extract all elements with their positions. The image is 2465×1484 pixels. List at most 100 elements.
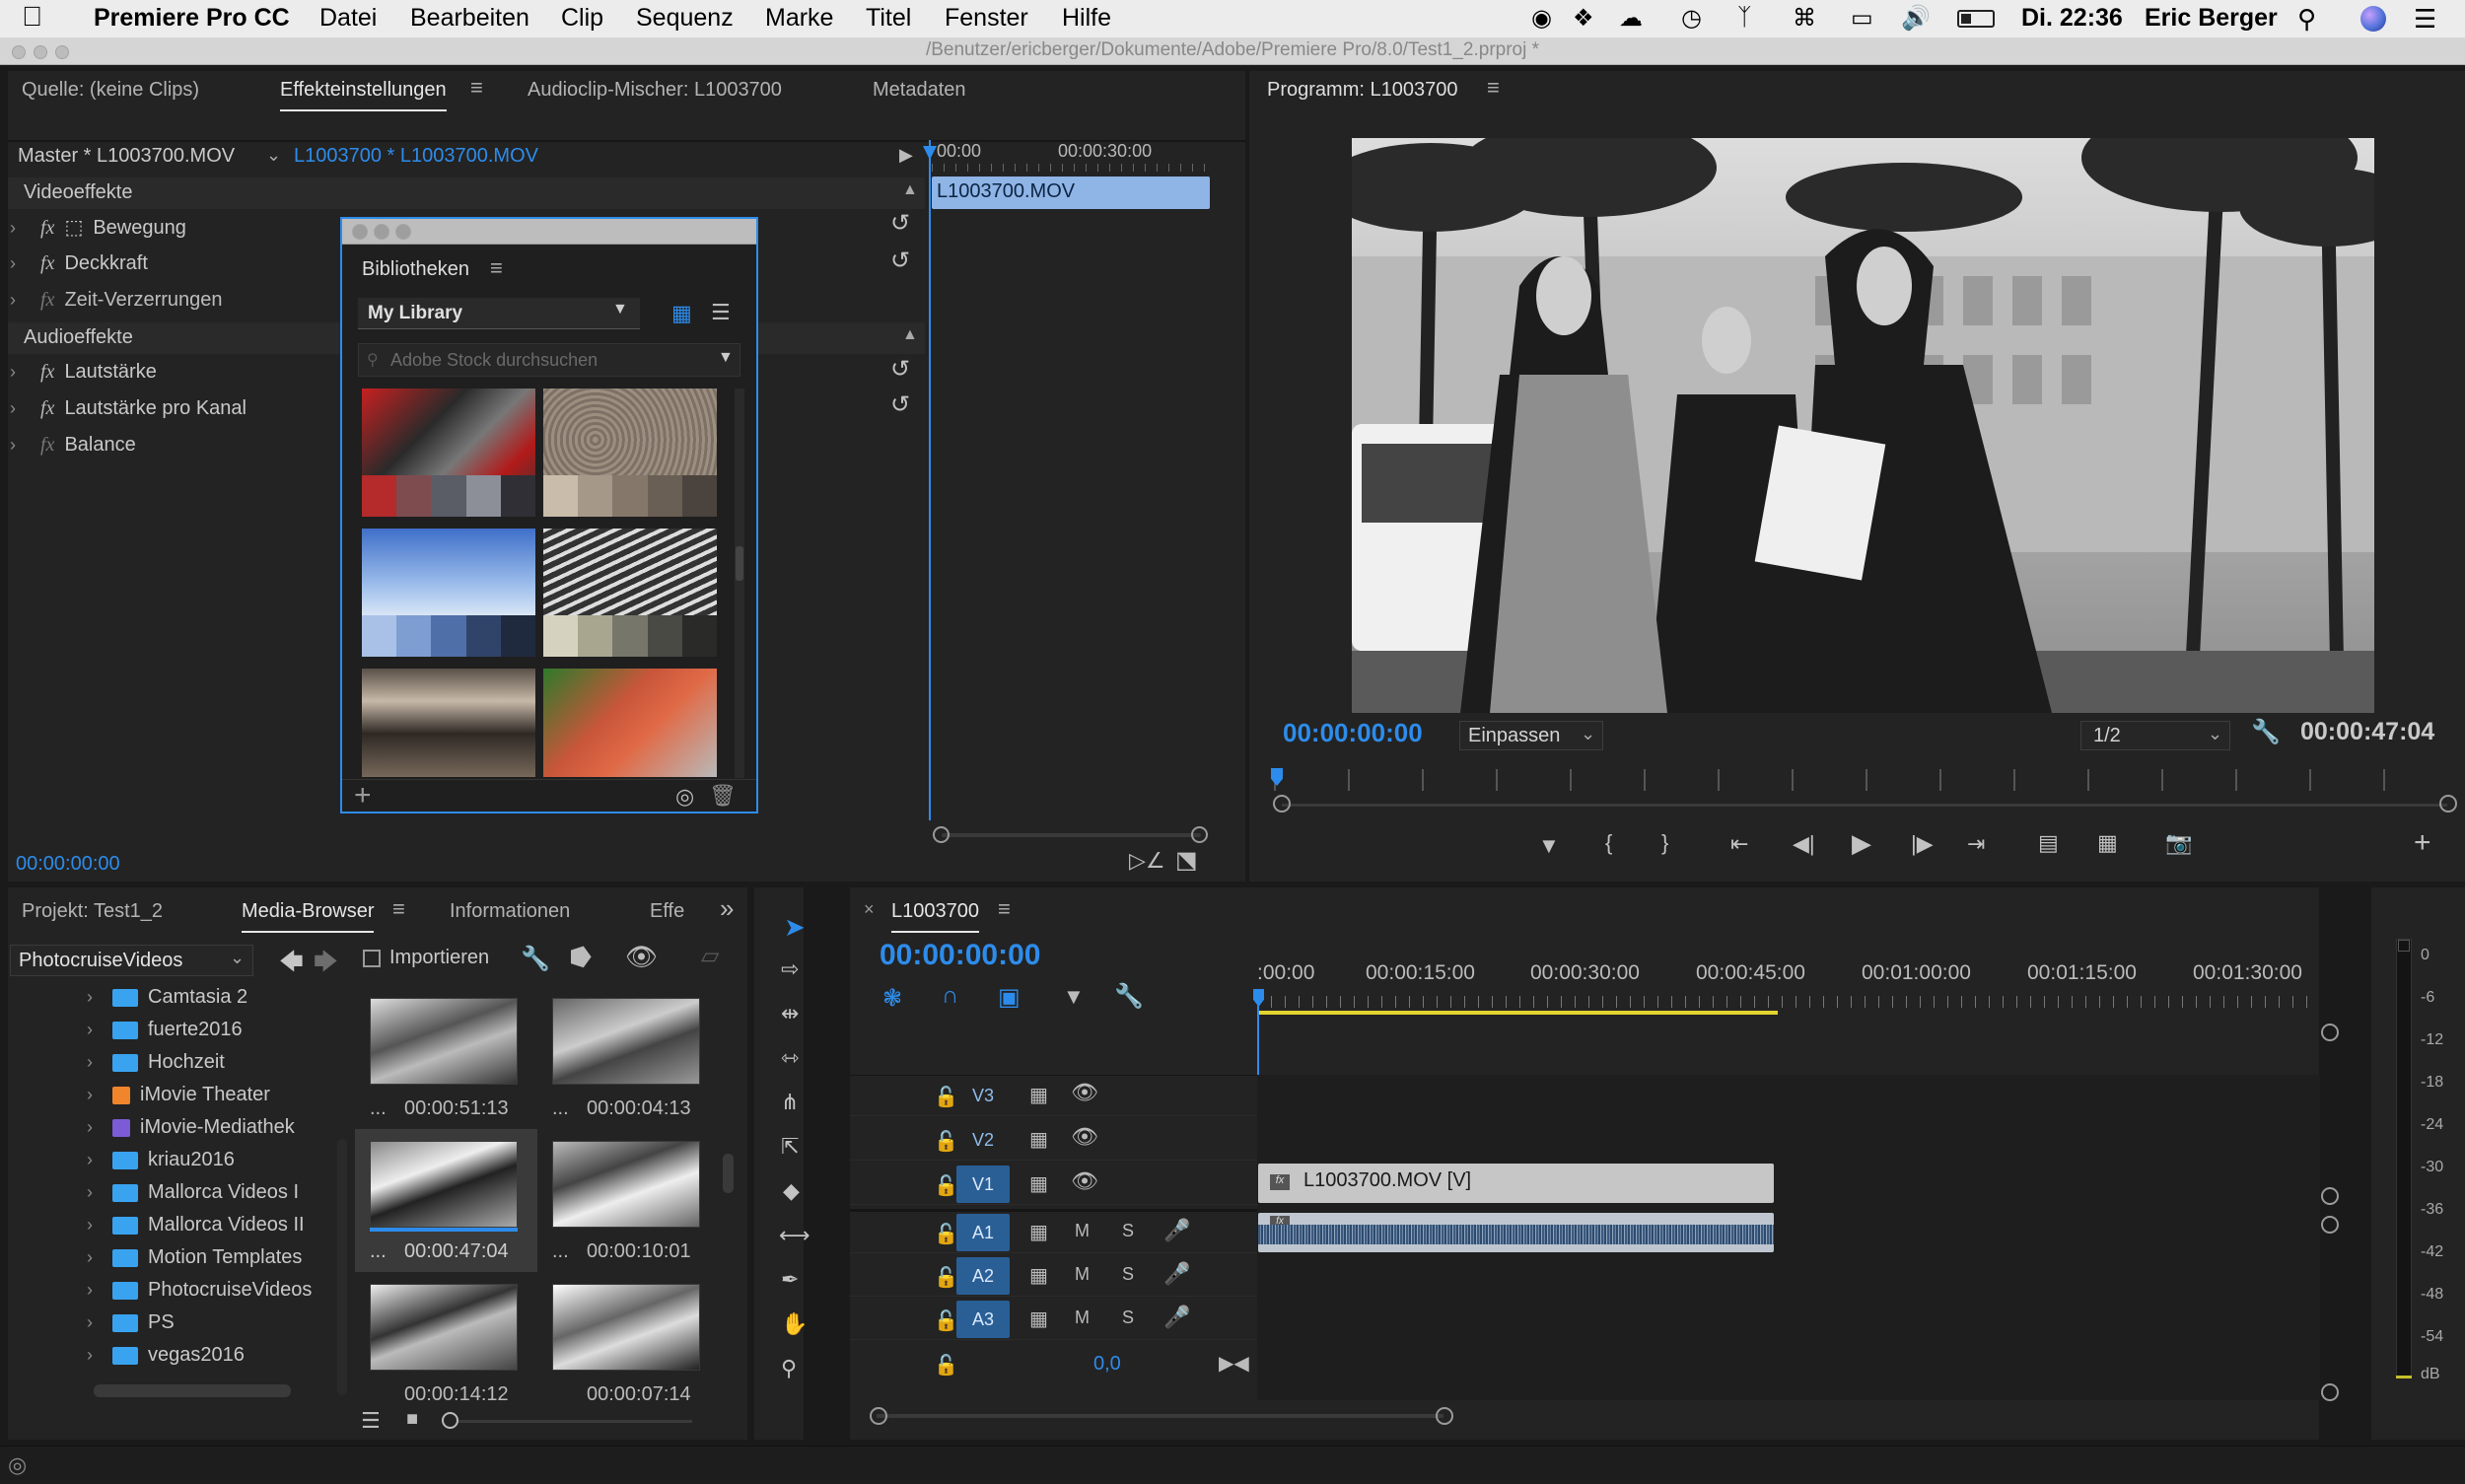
lock-icon[interactable]: 🔓 [934,1129,958,1154]
tab-project[interactable]: Projekt: Test1_2 [22,900,163,923]
panel-menu-icon[interactable]: ≡ [392,896,405,922]
slip-tool-icon[interactable]: ◆ [783,1178,800,1204]
lock-icon[interactable]: 🔓 [934,1222,958,1246]
collapse-arrow-icon[interactable]: ▲ [902,181,918,199]
folder-imovie-mediathek[interactable]: › iMovie-Mediathek [87,1116,295,1148]
expand-chevron-icon[interactable]: › [87,987,93,1007]
panel-menu-icon[interactable]: ≡ [998,896,1011,922]
sequence-clip-label[interactable]: L1003700 * L1003700.MOV [294,145,538,168]
program-timecode[interactable]: 00:00:00:00 [1283,718,1423,748]
add-marker-icon[interactable]: ▼ [1063,984,1085,1010]
clip-item-selected[interactable]: ... 00:00:47:04 [355,1129,537,1272]
play-triangle-icon[interactable]: ▶ [899,145,913,166]
rolling-edit-tool-icon[interactable]: ⇿ [781,1045,799,1071]
program-video-frame[interactable] [1352,138,2374,713]
track-target-a3[interactable]: A3 [956,1301,1010,1338]
panel-zoom-button[interactable] [395,224,411,240]
lift-icon[interactable]: ▤ [2038,830,2059,856]
expand-chevron-icon[interactable]: › [87,1215,93,1235]
notification-center-icon[interactable]: ☰ [2414,4,2436,35]
filter-play-icon[interactable]: ▷∠ [1129,848,1165,874]
track-target-a1[interactable]: A1 [956,1214,1010,1251]
vertical-zoom-handle[interactable] [2321,1216,2339,1234]
more-tabs-icon[interactable]: » [720,893,734,924]
menu-bearbeiten[interactable]: Bearbeiten [410,4,529,33]
reset-icon[interactable]: ↺ [890,209,910,238]
libraries-title-bar[interactable] [342,219,756,245]
library-asset-tile[interactable] [543,669,717,777]
menu-hilfe[interactable]: Hilfe [1062,4,1111,33]
tab-source[interactable]: Quelle: (keine Clips) [22,79,199,102]
sync-cloud-icon[interactable]: ☁ [1619,4,1643,33]
pen-tool-icon[interactable]: ✒ [781,1267,799,1293]
clip-more-indicator[interactable]: ... [370,1097,387,1120]
panel-minimize-button[interactable] [374,224,389,240]
menu-app-name[interactable]: Premiere Pro CC [94,4,290,33]
folder-fuerte2016[interactable]: › fuerte2016 [87,1019,243,1050]
expand-chevron-icon[interactable]: › [10,290,16,310]
effect-row-bewegung[interactable]: › fx ⬚ Bewegung [10,215,186,247]
wifi-icon[interactable]: ⌘ [1793,4,1816,33]
lock-icon[interactable]: 🔓 [934,1353,958,1378]
expand-chevron-icon[interactable]: › [10,218,16,238]
back-arrow-icon[interactable]: 🡄 [279,945,304,985]
expand-chevron-icon[interactable]: › [87,1312,93,1332]
go-to-in-icon[interactable]: ⇤ [1730,831,1748,857]
step-forward-icon[interactable]: |▶ [1911,831,1934,857]
button-editor-plus-icon[interactable]: + [2414,826,2431,860]
solo-button[interactable]: S [1122,1221,1134,1241]
bluetooth-icon[interactable]: ᛉ [1737,4,1751,32]
fx-icon[interactable]: fx [40,397,54,419]
track-target-v1[interactable]: V1 [956,1166,1010,1203]
folder-imovie-theater[interactable]: › iMovie Theater [87,1084,270,1115]
solo-button[interactable]: S [1122,1307,1134,1328]
expand-chevron-icon[interactable]: › [10,435,16,455]
resolution-dropdown[interactable]: 1/2 ⌄ [2080,721,2230,750]
wrench-icon[interactable]: 🔧 [521,945,550,973]
linked-selection-icon[interactable]: ▣ [998,983,1021,1012]
clip-item[interactable]: ... 00:00:51:13 [355,986,537,1129]
clip-item[interactable]: ... 00:00:04:13 [537,986,720,1129]
track-select-tool-icon[interactable]: ⇨ [781,956,799,982]
add-asset-button[interactable]: + [354,779,372,813]
list-view-icon[interactable]: ☰ [361,1408,381,1434]
zoom-handle-right[interactable] [1191,826,1208,843]
folder-kriau2016[interactable]: › kriau2016 [87,1149,235,1180]
snap-magnet-icon[interactable]: ∩ [942,982,958,1010]
creative-cloud-status-icon[interactable]: ◎ [8,1452,27,1478]
export-icon[interactable]: ⬔ [1175,846,1198,875]
tree-vertical-scrollbar[interactable] [337,1139,347,1395]
chevron-down-icon[interactable]: ⌄ [266,145,281,166]
hand-tool-icon[interactable]: ✋ [781,1311,808,1337]
siri-icon[interactable] [2360,6,2386,32]
effect-row-zeit-verzerrungen[interactable]: › fx Zeit-Verzerrungen [10,289,223,320]
eye-icon[interactable]: 👁 [1071,1168,1098,1194]
microphone-icon[interactable]: 🎤 [1163,1218,1190,1243]
effect-row-lautstaerke-pro-kanal[interactable]: › fx Lautstärke pro Kanal [10,397,246,429]
folder-tree-scrollbar[interactable] [94,1384,291,1397]
sync-lock-icon[interactable]: ▦ [1029,1263,1048,1288]
expand-chevron-icon[interactable]: › [10,398,16,418]
sync-lock-icon[interactable]: ▦ [1029,1307,1048,1331]
effect-playhead[interactable] [929,140,931,820]
dropbox-icon[interactable]: ❖ [1573,4,1594,33]
work-area-bar[interactable] [1257,1011,1778,1015]
folder-mallorca-videos-ii[interactable]: › Mallorca Videos II [87,1214,305,1245]
clip-more-indicator[interactable]: ... [552,1240,569,1263]
tab-audio-mixer[interactable]: Audioclip-Mischer: L1003700 [528,79,782,102]
airplay-icon[interactable]: ▭ [1851,4,1873,33]
sync-lock-icon[interactable]: ▦ [1029,1127,1048,1152]
sync-lock-icon[interactable]: ▦ [1029,1171,1048,1196]
mute-button[interactable]: M [1075,1264,1090,1285]
panel-close-button[interactable] [352,224,368,240]
trash-icon[interactable]: 🗑 [709,783,737,809]
library-dropdown[interactable]: My Library ▼ [358,298,640,329]
icon-view-icon[interactable]: ■ [406,1408,418,1431]
video-clip[interactable]: fx L1003700.MOV [V] [1258,1164,1774,1203]
slider-handle[interactable] [442,1412,458,1429]
expand-chevron-icon[interactable]: › [87,1345,93,1365]
master-volume-value[interactable]: 0,0 [1093,1353,1121,1376]
lock-icon[interactable]: 🔓 [934,1173,958,1198]
expand-chevron-icon[interactable]: › [87,1182,93,1202]
wrench-icon[interactable]: 🔧 [2251,718,2281,746]
